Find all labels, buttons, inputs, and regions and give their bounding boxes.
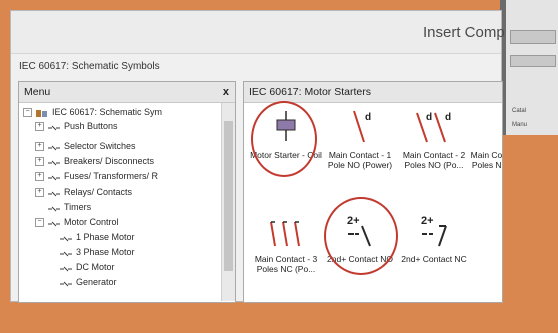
symbol-icon	[47, 204, 61, 212]
collapse-icon[interactable]: −	[35, 218, 44, 228]
symbol-icon	[47, 143, 61, 151]
menu-scrollbar[interactable]	[221, 103, 235, 301]
menu-pane-header: Menu x	[19, 82, 235, 103]
tree-label: Breakers/ Disconnects	[64, 156, 155, 166]
symbols-pane-title: IEC 60617: Motor Starters	[249, 86, 371, 98]
symbol-icon	[47, 173, 61, 181]
svg-text:d: d	[426, 112, 432, 123]
tree-label: Fuses/ Transformers/ R	[64, 171, 159, 181]
tree-label: Motor Control	[64, 217, 119, 227]
dialog-title: Insert Comp	[423, 24, 505, 41]
main-contact-1-pole-symbol: d	[353, 110, 371, 143]
background-label: Manu	[512, 122, 528, 128]
menu-pane-title: Menu	[24, 86, 51, 98]
2nd-contact-nc-symbol: 2+	[421, 215, 447, 247]
tree-item-push-buttons[interactable]: + Push Buttons	[35, 120, 118, 133]
symbol-tile[interactable]: d Main Contact - 1 Pole NO (Power)	[324, 108, 396, 196]
tree-item-breakers[interactable]: + Breakers/ Disconnects	[35, 155, 154, 168]
expand-icon[interactable]: +	[35, 188, 44, 198]
tree-label: Push Buttons	[64, 121, 118, 131]
tree-label: IEC 60617: Schematic Sym	[52, 107, 163, 117]
tree-item-1-phase-motor[interactable]: 1 Phase Motor	[59, 231, 135, 244]
background-window: Catal Manu	[500, 0, 558, 135]
dialog-titlebar: Insert Comp	[11, 11, 505, 54]
tree-item-selector-switches[interactable]: + Selector Switches	[35, 140, 136, 153]
highlight-circle	[324, 197, 398, 275]
symbol-icon	[47, 123, 61, 131]
close-menu-button[interactable]: x	[223, 82, 229, 102]
svg-text:d: d	[365, 112, 371, 123]
symbol-label: Main Contact - 3 Poles NC (Po...	[254, 254, 318, 274]
tree-item-dc-motor[interactable]: DC Motor	[59, 261, 115, 274]
symbol-icon	[59, 249, 73, 257]
tree-item-motor-control[interactable]: − Motor Control	[35, 216, 119, 229]
tree-label: DC Motor	[76, 262, 115, 272]
tree-item-fuses[interactable]: + Fuses/ Transformers/ R	[35, 170, 158, 183]
scrollbar-thumb[interactable]	[224, 121, 233, 271]
tree-root[interactable]: − IEC 60617: Schematic Sym	[23, 106, 162, 119]
tree-label: Relays/ Contacts	[64, 187, 133, 197]
library-icon	[35, 109, 49, 117]
symbols-pane-header: IEC 60617: Motor Starters	[244, 82, 502, 103]
symbol-icon	[59, 264, 73, 272]
tree-item-generator[interactable]: Generator	[59, 276, 117, 289]
symbol-icon	[47, 219, 61, 227]
symbol-label: Main Contact - 1 Pole NO (Power)	[327, 150, 393, 170]
contact-prefix: 2+	[421, 215, 434, 227]
symbol-label: Main Cont Poles NO	[470, 150, 503, 170]
symbol-tile[interactable]: Main Contact - 3 Poles NC (Po...	[250, 212, 322, 300]
menu-pane: Menu x − IEC 60617: Schematic Sym + Push B…	[18, 81, 236, 303]
expand-icon[interactable]: +	[35, 122, 44, 132]
symbol-icon	[59, 279, 73, 287]
tree-item-relays[interactable]: + Relays/ Contacts	[35, 186, 132, 199]
symbol-label: Main Contact - 2 Poles NO (Po...	[402, 150, 466, 170]
library-heading: IEC 60617: Schematic Symbols	[19, 61, 160, 72]
collapse-icon[interactable]: −	[23, 108, 32, 118]
symbol-icon	[47, 158, 61, 166]
insert-component-dialog: Insert Comp IEC 60617: Schematic Symbols…	[10, 10, 505, 303]
symbol-tile[interactable]: 2+ 2nd+ Contact NC	[398, 212, 470, 300]
symbol-label: 2nd+ Contact NC	[401, 254, 467, 264]
tree-label: 1 Phase Motor	[76, 232, 135, 242]
symbol-icon	[59, 234, 73, 242]
expand-icon[interactable]: +	[35, 142, 44, 152]
svg-text:d: d	[445, 112, 451, 123]
background-label: Catal	[512, 108, 527, 114]
symbol-tile[interactable]: d d Main Contact - 2 Poles NO (Po...	[398, 108, 470, 196]
symbol-tile-partial[interactable]: Main Cont Poles NO	[470, 108, 503, 196]
symbol-icon	[47, 189, 61, 197]
main-contact-3-poles-symbol	[270, 221, 300, 247]
background-field	[510, 30, 556, 44]
main-contact-2-poles-symbol: d d	[416, 112, 451, 143]
tree-label: Generator	[76, 277, 117, 287]
main-contact-partial-symbol	[470, 108, 503, 148]
background-field	[510, 55, 556, 67]
expand-icon[interactable]: +	[35, 172, 44, 182]
tree-label: 3 Phase Motor	[76, 247, 135, 257]
tree-label: Timers	[64, 202, 92, 212]
highlight-circle	[251, 101, 317, 177]
tree-item-timers[interactable]: Timers	[47, 201, 91, 214]
tree-item-3-phase-motor[interactable]: 3 Phase Motor	[59, 246, 135, 259]
expand-icon[interactable]: +	[35, 157, 44, 167]
tree-label: Selector Switches	[64, 141, 136, 151]
